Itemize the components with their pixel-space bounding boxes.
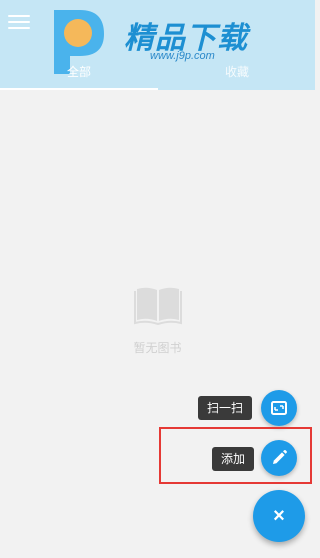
tab-indicator [0,88,158,90]
tab-favorites-label: 收藏 [224,65,249,79]
empty-state: 暂无图书 [0,285,315,356]
close-button[interactable]: × [253,490,305,542]
watermark-url: www.j9p.com [150,50,215,62]
scan-icon [271,401,287,415]
scan-label: 扫一扫 [198,396,253,420]
close-icon: × [273,504,285,527]
scan-button[interactable] [261,390,297,426]
book-icon [133,287,182,325]
tab-all-label: 全部 [66,65,91,79]
menu-icon[interactable] [8,12,30,32]
empty-state-text: 暂无图书 [133,341,182,355]
tab-all[interactable]: 全部 [0,62,158,90]
tab-favorites[interactable]: 收藏 [158,62,316,90]
app-bar: 精品下载 www.j9p.com 全部 收藏 [0,0,315,90]
highlight-box [159,427,312,484]
